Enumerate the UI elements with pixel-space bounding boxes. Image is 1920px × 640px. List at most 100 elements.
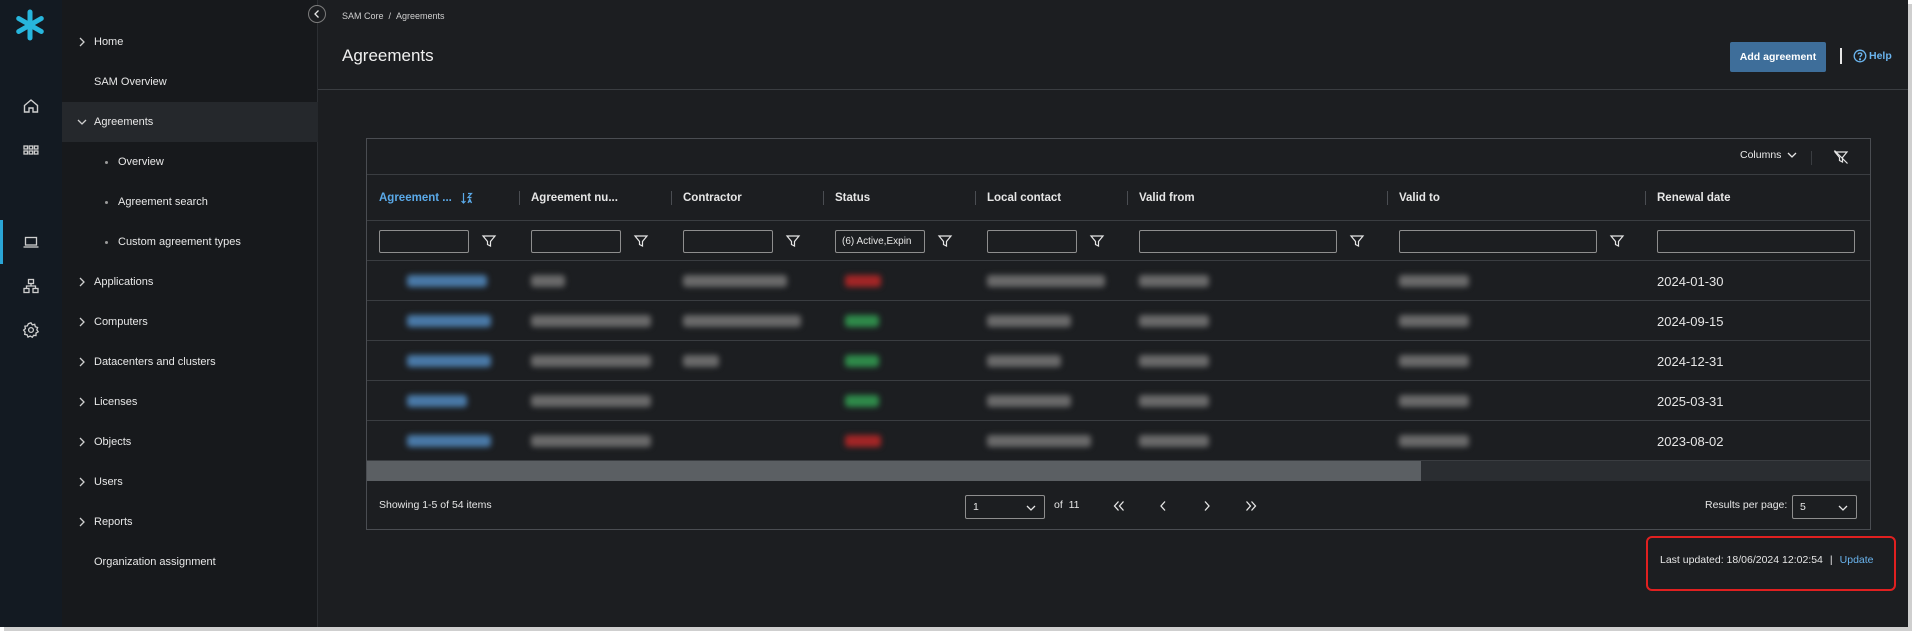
table-row[interactable]: 2024-12-31 <box>367 341 1870 381</box>
rail-apps-button[interactable] <box>0 128 62 172</box>
horizontal-scrollbar[interactable] <box>367 461 1870 481</box>
column-resize-handle[interactable] <box>671 191 672 205</box>
filter-valid-from-input[interactable] <box>1139 230 1337 253</box>
rail-hierarchy-button[interactable] <box>0 264 62 308</box>
column-resize-handle[interactable] <box>975 191 976 205</box>
nav-item-applications[interactable]: Applications <box>62 262 318 302</box>
filter-icon[interactable] <box>1609 233 1625 249</box>
nav-item-label: Objects <box>94 436 132 448</box>
table-row[interactable]: 2024-09-15 <box>367 301 1870 341</box>
filter-valid-to-input[interactable] <box>1399 230 1597 253</box>
clear-filter-icon[interactable] <box>1833 149 1849 165</box>
next-page-button[interactable] <box>1198 497 1216 515</box>
nav-item-objects[interactable]: Objects <box>62 422 318 462</box>
column-header-renewal-date[interactable]: Renewal date <box>1657 175 1731 221</box>
filter-icon[interactable] <box>937 233 953 249</box>
columns-button[interactable]: Columns <box>1740 149 1798 161</box>
double-chevron-right-icon <box>1246 501 1257 511</box>
window-shadow <box>4 627 1912 631</box>
filter-icon[interactable] <box>633 233 649 249</box>
filter-row <box>367 221 1870 261</box>
nav-item-sam-overview[interactable]: SAM Overview <box>62 62 318 102</box>
nav-item-computers[interactable]: Computers <box>62 302 318 342</box>
filter-renewal-date-input[interactable] <box>1657 230 1855 253</box>
breadcrumb-root-link[interactable]: SAM Core <box>342 11 384 21</box>
results-per-page-select[interactable]: 5 <box>1792 495 1857 519</box>
column-resize-handle[interactable] <box>1387 191 1388 205</box>
column-header-status[interactable]: Status <box>835 175 870 221</box>
previous-page-button[interactable] <box>1154 497 1172 515</box>
app-window: Home SAM Overview Agreements Overview Ag… <box>0 0 1908 627</box>
last-updated-highlight: Last updated: 18/06/2024 12:02:54 | Upda… <box>1646 536 1896 591</box>
last-updated-text: Last updated: 18/06/2024 12:02:54 <box>1660 554 1823 566</box>
nav-item-label: Organization assignment <box>94 556 216 568</box>
nav-item-datacenters[interactable]: Datacenters and clusters <box>62 342 318 382</box>
first-page-button[interactable] <box>1110 497 1128 515</box>
table-row[interactable]: 2025-03-31 <box>367 381 1870 421</box>
renewal-date-cell: 2024-01-30 <box>1657 273 1724 289</box>
filter-contractor-input[interactable] <box>683 230 773 253</box>
column-resize-handle[interactable] <box>1127 191 1128 205</box>
rail-assets-button[interactable] <box>0 220 62 264</box>
help-circle-icon <box>1853 49 1867 63</box>
nav-item-label: Applications <box>94 276 154 288</box>
window-shadow <box>1908 4 1912 631</box>
column-resize-handle[interactable] <box>519 191 520 205</box>
column-resize-handle[interactable] <box>823 191 824 205</box>
nav-item-label: Custom agreement types <box>118 236 241 248</box>
nav-subitem-overview[interactable]: Overview <box>62 142 318 182</box>
logo-asterisk-icon[interactable] <box>13 8 47 42</box>
chevron-right-icon <box>79 277 85 287</box>
chevron-right-icon <box>79 37 85 47</box>
last-page-button[interactable] <box>1242 497 1260 515</box>
filter-icon[interactable] <box>481 233 497 249</box>
filter-agreement-name-input[interactable] <box>379 230 469 253</box>
column-resize-handle[interactable] <box>1645 191 1646 205</box>
filter-local-contact-input[interactable] <box>987 230 1077 253</box>
breadcrumb-current: Agreements <box>396 11 445 21</box>
nav-item-agreements[interactable]: Agreements <box>62 102 318 142</box>
collapse-sidebar-button[interactable] <box>308 5 326 23</box>
nav-item-organization-assignment[interactable]: Organization assignment <box>62 542 318 582</box>
column-header-agreement-name[interactable]: Agreement ... <box>379 175 474 221</box>
scrollbar-thumb[interactable] <box>367 461 1421 481</box>
nav-item-label: SAM Overview <box>94 76 167 88</box>
filter-agreement-number-input[interactable] <box>531 230 621 253</box>
bullet-dot <box>105 201 108 204</box>
filter-icon[interactable] <box>785 233 801 249</box>
chevron-down-icon <box>1026 505 1036 511</box>
sort-ascending-icon[interactable] <box>460 191 474 205</box>
page-number-value: 1 <box>973 501 979 513</box>
nav-item-label: Reports <box>94 516 133 528</box>
page-total-label: of 11 <box>1054 499 1080 511</box>
page-number-select[interactable]: 1 <box>965 495 1045 519</box>
column-header-local-contact[interactable]: Local contact <box>987 175 1061 221</box>
icon-rail <box>0 0 62 627</box>
column-header-agreement-number[interactable]: Agreement nu... <box>531 175 618 221</box>
header-divider-line <box>318 89 1908 90</box>
add-agreement-button[interactable]: Add agreement <box>1730 42 1826 72</box>
rail-settings-button[interactable] <box>0 308 62 352</box>
column-header-valid-to[interactable]: Valid to <box>1399 175 1440 221</box>
help-link[interactable]: Help <box>1853 48 1892 64</box>
nav-subitem-agreement-search[interactable]: Agreement search <box>62 182 318 222</box>
column-header-label: Contractor <box>683 192 742 204</box>
column-header-contractor[interactable]: Contractor <box>683 175 742 221</box>
nav-item-licenses[interactable]: Licenses <box>62 382 318 422</box>
last-updated-bar: Last updated: 18/06/2024 12:02:54 | Upda… <box>1660 554 1874 566</box>
agreements-grid: Columns Agreement ... Agreement nu... Co… <box>366 138 1871 530</box>
filter-icon[interactable] <box>1349 233 1365 249</box>
nav-subitem-custom-agreement-types[interactable]: Custom agreement types <box>62 222 318 262</box>
nav-item-home[interactable]: Home <box>62 22 318 62</box>
nav-item-reports[interactable]: Reports <box>62 502 318 542</box>
filter-icon[interactable] <box>1089 233 1105 249</box>
table-row[interactable]: 2024-01-30 <box>367 261 1870 301</box>
nav-item-users[interactable]: Users <box>62 462 318 502</box>
rail-home-button[interactable] <box>0 84 62 128</box>
table-row[interactable]: 2023-08-02 <box>367 421 1870 461</box>
update-link[interactable]: Update <box>1840 554 1874 566</box>
nav-item-label: Agreement search <box>118 196 208 208</box>
column-header-valid-from[interactable]: Valid from <box>1139 175 1195 221</box>
breadcrumb: SAM Core / Agreements <box>342 11 445 21</box>
filter-status-input[interactable] <box>835 230 925 253</box>
